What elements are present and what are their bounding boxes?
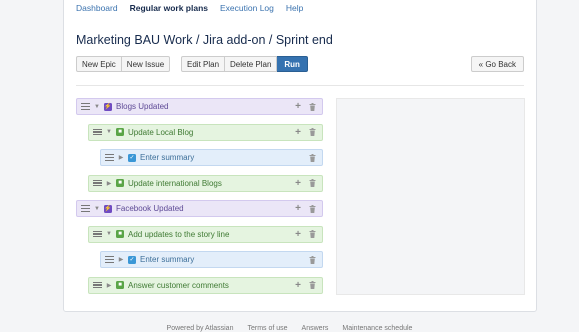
create-button-group: New Epic New Issue bbox=[76, 56, 171, 72]
tree-row-label[interactable]: Blogs Updated bbox=[116, 102, 293, 111]
footer-link[interactable]: Powered by Atlassian bbox=[167, 325, 234, 332]
drag-handle-icon[interactable] bbox=[93, 128, 102, 136]
add-icon[interactable]: + bbox=[293, 101, 303, 112]
nav-help[interactable]: Help bbox=[286, 3, 303, 13]
tree-row-label[interactable]: Enter summary bbox=[140, 255, 307, 264]
drag-handle-icon[interactable] bbox=[93, 230, 102, 238]
drag-handle-icon[interactable] bbox=[81, 103, 90, 110]
add-icon[interactable]: + bbox=[293, 229, 303, 240]
delete-plan-button[interactable]: Delete Plan bbox=[225, 56, 278, 72]
top-nav: Dashboard Regular work plans Execution L… bbox=[76, 3, 303, 13]
main-panel: Dashboard Regular work plans Execution L… bbox=[63, 0, 537, 312]
tree-row-sub[interactable]: ▶ ✓ Enter summary bbox=[100, 149, 323, 166]
tree-row-label[interactable]: Enter summary bbox=[140, 153, 307, 162]
drag-handle-icon[interactable] bbox=[105, 256, 114, 263]
footer: Powered by Atlassian Terms of use Answers M… bbox=[0, 325, 579, 332]
page-title: Marketing BAU Work / Jira add-on / Sprin… bbox=[76, 33, 333, 47]
run-button[interactable]: Run bbox=[277, 56, 308, 72]
tree-row-sub[interactable]: ▶ ✓ Enter summary bbox=[100, 251, 323, 268]
edit-plan-button[interactable]: Edit Plan bbox=[181, 56, 226, 72]
story-icon: ■ bbox=[116, 281, 124, 289]
divider bbox=[76, 85, 524, 86]
drag-handle-icon[interactable] bbox=[93, 179, 102, 187]
story-icon: ■ bbox=[116, 179, 124, 187]
tree-row-epic[interactable]: ▼ ⚡ Facebook Updated + bbox=[76, 200, 323, 217]
story-icon: ■ bbox=[116, 230, 124, 238]
tree-row-label[interactable]: Facebook Updated bbox=[116, 204, 293, 213]
add-icon[interactable]: + bbox=[293, 127, 303, 138]
chevron-right-icon[interactable]: ▶ bbox=[118, 256, 124, 263]
nav-execution-log[interactable]: Execution Log bbox=[220, 3, 274, 13]
detail-panel bbox=[336, 98, 525, 295]
footer-link[interactable]: Terms of use bbox=[247, 325, 287, 332]
tree-row-story[interactable]: ▼ ■ Add updates to the story line + bbox=[88, 225, 323, 243]
add-icon[interactable]: + bbox=[293, 203, 303, 214]
tree-row-label[interactable]: Update international Blogs bbox=[128, 179, 293, 188]
chevron-down-icon[interactable]: ▼ bbox=[94, 206, 100, 212]
footer-link[interactable]: Answers bbox=[302, 325, 329, 332]
go-back-button[interactable]: « Go Back bbox=[470, 56, 524, 72]
nav-regular-work-plans[interactable]: Regular work plans bbox=[130, 3, 208, 13]
tree-row-label[interactable]: Answer customer comments bbox=[128, 281, 293, 290]
new-epic-button[interactable]: New Epic bbox=[76, 56, 122, 72]
drag-handle-icon[interactable] bbox=[105, 154, 114, 161]
chevron-right-icon[interactable]: ▶ bbox=[106, 282, 112, 289]
tree-row-label[interactable]: Add updates to the story line bbox=[128, 230, 293, 239]
trash-icon[interactable] bbox=[307, 230, 317, 238]
add-icon[interactable]: + bbox=[293, 280, 303, 291]
plan-button-group: Edit Plan Delete Plan Run bbox=[181, 56, 308, 72]
chevron-down-icon[interactable]: ▼ bbox=[94, 104, 100, 110]
tree-row-label[interactable]: Update Local Blog bbox=[128, 128, 293, 137]
chevron-right-icon[interactable]: ▶ bbox=[118, 154, 124, 161]
add-icon[interactable]: + bbox=[293, 178, 303, 189]
chevron-right-icon[interactable]: ▶ bbox=[106, 180, 112, 187]
trash-icon[interactable] bbox=[307, 128, 317, 136]
trash-icon[interactable] bbox=[307, 204, 317, 213]
drag-handle-icon[interactable] bbox=[81, 205, 90, 212]
trash-icon[interactable] bbox=[307, 281, 317, 289]
subtask-icon: ✓ bbox=[128, 255, 136, 264]
nav-dashboard[interactable]: Dashboard bbox=[76, 3, 118, 13]
trash-icon[interactable] bbox=[307, 255, 317, 264]
tree-row-story[interactable]: ▶ ■ Answer customer comments + bbox=[88, 276, 323, 294]
footer-link[interactable]: Maintenance schedule bbox=[342, 325, 412, 332]
subtask-icon: ✓ bbox=[128, 153, 136, 162]
trash-icon[interactable] bbox=[307, 102, 317, 111]
drag-handle-icon[interactable] bbox=[93, 281, 102, 289]
epic-icon: ⚡ bbox=[104, 102, 112, 111]
story-icon: ■ bbox=[116, 128, 124, 136]
epic-icon: ⚡ bbox=[104, 204, 112, 213]
chevron-down-icon[interactable]: ▼ bbox=[106, 129, 112, 135]
trash-icon[interactable] bbox=[307, 153, 317, 162]
trash-icon[interactable] bbox=[307, 179, 317, 187]
tree-row-story[interactable]: ▶ ■ Update international Blogs + bbox=[88, 174, 323, 192]
chevron-down-icon[interactable]: ▼ bbox=[106, 231, 112, 237]
tree-row-story[interactable]: ▼ ■ Update Local Blog + bbox=[88, 123, 323, 141]
tree-row-epic[interactable]: ▼ ⚡ Blogs Updated + bbox=[76, 98, 323, 115]
new-issue-button[interactable]: New Issue bbox=[121, 56, 171, 72]
